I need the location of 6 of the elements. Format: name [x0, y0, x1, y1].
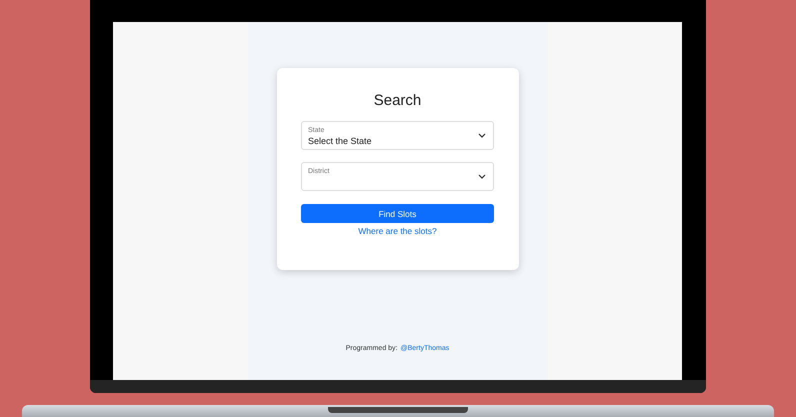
chevron-down-icon	[478, 133, 486, 138]
field-value: Select the State	[308, 135, 372, 147]
chevron-down-icon	[478, 174, 486, 179]
find-slots-button[interactable]: Find Slots	[301, 204, 494, 223]
help-link[interactable]: Where are the slots?	[358, 226, 437, 236]
card-title: Search	[374, 92, 422, 109]
